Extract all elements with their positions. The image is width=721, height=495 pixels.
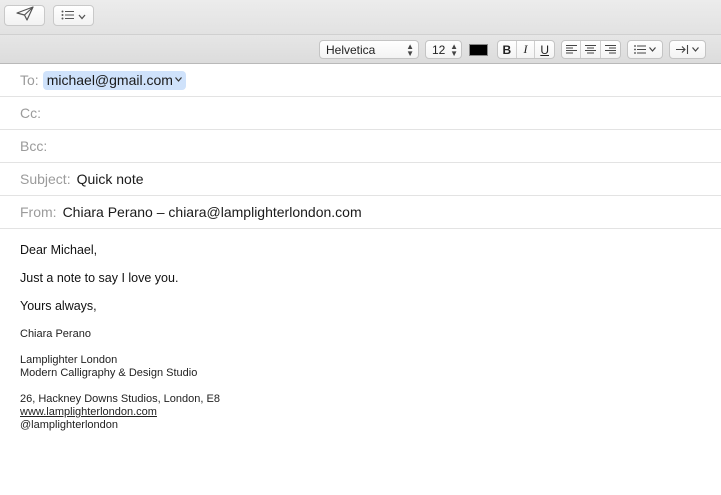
from-label: From: — [20, 204, 57, 220]
chevron-down-icon — [174, 77, 182, 82]
paper-plane-icon — [15, 5, 34, 26]
font-size-value: 12 — [432, 42, 446, 57]
compose-toolbar — [0, 0, 721, 34]
up-down-arrows-icon: ▲ ▼ — [406, 41, 414, 58]
subject-label: Subject: — [20, 171, 71, 187]
font-family-value: Helvetica — [326, 42, 376, 57]
signature-tagline: Modern Calligraphy & Design Studio — [20, 367, 198, 379]
font-family-select[interactable]: Helvetica ▲ ▼ — [319, 40, 419, 59]
signature-address: 26, Hackney Downs Studios, London, E8 — [20, 393, 220, 405]
chevron-down-icon — [78, 7, 86, 25]
body-greeting: Dear Michael, — [20, 243, 98, 257]
subject-field[interactable]: Quick note — [77, 171, 144, 187]
align-left-icon — [565, 45, 577, 54]
underline-button[interactable]: U — [535, 41, 554, 58]
align-center-icon — [585, 45, 597, 54]
up-down-arrows-icon: ▲ ▼ — [450, 41, 458, 58]
signature-handle: @lamplighterlondon — [20, 419, 119, 431]
to-label: To: — [20, 72, 39, 88]
indent-icon — [676, 45, 689, 54]
list-icon — [61, 7, 75, 25]
subject-row[interactable]: Subject: Quick note — [0, 163, 721, 196]
align-center-button[interactable] — [581, 41, 601, 58]
bcc-label: Bcc: — [20, 138, 48, 154]
chevron-down-icon — [692, 47, 699, 52]
font-size-select[interactable]: 12 ▲ ▼ — [425, 40, 462, 59]
recipient-address: michael@gmail.com — [46, 71, 173, 88]
text-color-button[interactable] — [467, 40, 490, 59]
body-closing: Yours always, — [20, 299, 97, 313]
header-fields-button[interactable] — [53, 5, 94, 26]
color-swatch — [469, 43, 488, 56]
list-style-button[interactable] — [627, 40, 663, 59]
alignment-segmented-control — [561, 40, 621, 59]
indent-button[interactable] — [669, 40, 706, 59]
recipient-token[interactable]: michael@gmail.com — [42, 70, 186, 90]
italic-button[interactable]: I — [517, 41, 536, 58]
bullet-list-icon — [634, 45, 646, 54]
bold-button[interactable]: B — [498, 41, 517, 58]
align-right-button[interactable] — [601, 41, 620, 58]
chevron-down-icon — [649, 47, 656, 52]
style-segmented-control: B I U — [497, 40, 555, 59]
signature-company: Lamplighter London — [20, 354, 118, 366]
from-account[interactable]: Chiara Perano – chiara@lamplighterlondon… — [63, 204, 362, 220]
cc-row[interactable]: Cc: — [0, 97, 721, 130]
body-line: Just a note to say I love you. — [20, 271, 179, 285]
signature-website-link[interactable]: www.lamplighterlondon.com — [20, 406, 157, 419]
bcc-row[interactable]: Bcc: — [0, 130, 721, 163]
send-button[interactable] — [4, 5, 45, 26]
to-row[interactable]: To: michael@gmail.com — [0, 64, 721, 97]
align-right-icon — [604, 45, 616, 54]
align-left-button[interactable] — [562, 41, 582, 58]
signature-name: Chiara Perano — [20, 328, 91, 340]
from-row[interactable]: From: Chiara Perano – chiara@lamplighter… — [0, 196, 721, 229]
format-bar: Helvetica ▲ ▼ 12 ▲ ▼ B I U — [0, 34, 721, 64]
cc-label: Cc: — [20, 105, 41, 121]
